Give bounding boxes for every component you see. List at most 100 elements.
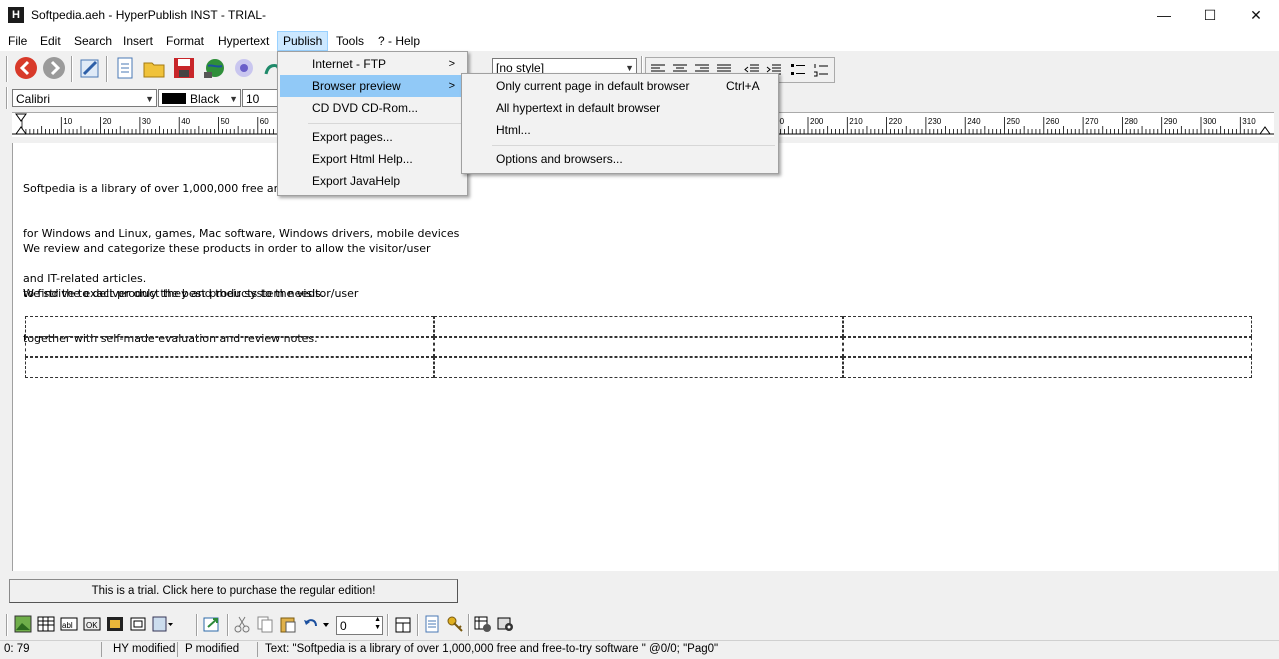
publish-globe-icon[interactable] (202, 56, 226, 80)
paste-icon[interactable] (279, 615, 297, 633)
menu-file[interactable]: File (8, 33, 27, 50)
insert-table-icon[interactable] (37, 615, 55, 633)
ruler-label: 10 (63, 117, 72, 126)
menu-publish[interactable]: Publish (277, 31, 329, 51)
table-cell[interactable] (434, 357, 843, 378)
menu-tools[interactable]: Tools (336, 33, 364, 50)
menu-format[interactable]: Format (166, 33, 204, 50)
table-cell[interactable] (843, 357, 1252, 378)
menu-insert[interactable]: Insert (123, 33, 153, 50)
menu-item-current-page[interactable]: Only current page in default browser Ctr… (464, 75, 776, 97)
table-cell[interactable] (434, 337, 843, 357)
menu-help[interactable]: ? - Help (378, 33, 420, 50)
ruler-label: 220 (889, 117, 903, 126)
p-status: P modified (185, 643, 240, 655)
chevron-down-icon: ▼ (145, 94, 154, 104)
bullet-list-icon[interactable] (790, 63, 806, 77)
app-icon[interactable]: H (8, 7, 24, 23)
bottom-toolbar: abl OK 0 ▲ ▼ (0, 611, 530, 639)
insert-object-icon[interactable] (152, 615, 174, 633)
browser-preview-submenu: Only current page in default browser Ctr… (461, 73, 779, 174)
insert-abl-icon[interactable]: abl (60, 615, 78, 633)
font-combo[interactable]: Calibri ▼ (12, 89, 157, 107)
text-line: We strive to deliver only the best produ… (23, 287, 359, 300)
ruler-label: 30 (142, 117, 151, 126)
document-table[interactable] (25, 316, 1252, 378)
table-cell[interactable] (843, 316, 1252, 337)
status-bar: 0: 79 HY modified P modified Text: "Soft… (0, 640, 1279, 659)
maximize-button[interactable]: ☐ (1187, 0, 1233, 31)
menu-item-cd-dvd[interactable]: CD DVD CD-Rom... (280, 97, 465, 119)
color-swatch (162, 93, 186, 104)
open-folder-icon[interactable] (142, 56, 166, 80)
new-page-icon[interactable] (113, 56, 137, 80)
forward-icon[interactable] (42, 56, 66, 80)
hy-status: HY modified (113, 643, 176, 655)
shortcut-label: Ctrl+A (726, 79, 760, 93)
grid-icon[interactable] (394, 616, 412, 634)
window-title: Softpedia.aeh - HyperPublish INST - TRIA… (31, 8, 266, 22)
text-line: We review and categorize these products … (23, 242, 431, 255)
go-icon[interactable] (203, 615, 221, 633)
menu-item-options-browsers[interactable]: Options and browsers... (464, 148, 776, 170)
title-bar: H Softpedia.aeh - HyperPublish INST - TR… (0, 0, 1279, 31)
insert-frame-icon[interactable] (129, 615, 147, 633)
zoom-spinner[interactable]: 0 ▲ ▼ (336, 616, 383, 635)
zoom-spinner-value: 0 (340, 619, 347, 633)
right-margin-marker-icon (1259, 126, 1271, 135)
ruler-label: 290 (1164, 117, 1178, 126)
menu-item-export-javahelp[interactable]: Export JavaHelp (280, 170, 465, 192)
spinner-arrows-icon[interactable]: ▲ ▼ (374, 616, 381, 632)
ruler-label: 310 (1242, 117, 1256, 126)
size-combo[interactable]: 10 (242, 89, 278, 107)
trial-purchase-button[interactable]: This is a trial. Click here to purchase … (9, 579, 458, 603)
numbered-list-icon[interactable] (813, 63, 829, 77)
save-icon[interactable] (172, 56, 196, 80)
cursor-position: 0: 79 (4, 643, 30, 655)
ruler-label: 60 (260, 117, 269, 126)
menu-hypertext[interactable]: Hypertext (218, 33, 269, 50)
ruler-label: 20 (103, 117, 112, 126)
minimize-button[interactable]: — (1141, 0, 1187, 31)
insert-image-icon[interactable] (14, 615, 32, 633)
color-combo-value: Black (190, 92, 220, 106)
menu-item-all-hypertext[interactable]: All hypertext in default browser (464, 97, 776, 119)
ruler-label: 250 (1007, 117, 1021, 126)
table-cell[interactable] (843, 337, 1252, 357)
cut-icon[interactable] (233, 615, 251, 633)
edit-icon[interactable] (78, 56, 102, 80)
settings-icon[interactable] (474, 615, 492, 633)
menu-item-internet-ftp[interactable]: Internet - FTP > (280, 53, 465, 75)
indent-marker-icon (15, 113, 27, 135)
ruler-label: 260 (1046, 117, 1060, 126)
menu-search[interactable]: Search (74, 33, 112, 50)
table-cell[interactable] (434, 316, 843, 337)
key-icon[interactable] (446, 615, 464, 633)
insert-ok-icon[interactable]: OK (83, 615, 101, 633)
menu-item-html[interactable]: Html... (464, 119, 776, 141)
undo-icon[interactable] (302, 615, 330, 633)
page-icon[interactable] (423, 615, 441, 633)
font-combo-value: Calibri (16, 92, 51, 106)
text-info: Text: "Softpedia is a library of over 1,… (265, 643, 719, 655)
table-cell[interactable] (25, 337, 434, 357)
submenu-arrow-icon: > (448, 80, 455, 92)
table-cell[interactable] (25, 357, 434, 378)
preview-icon[interactable] (232, 56, 256, 80)
insert-film-icon[interactable] (106, 615, 124, 633)
back-icon[interactable] (14, 56, 38, 80)
menu-item-browser-preview[interactable]: Browser preview > (280, 75, 465, 97)
tools-icon[interactable] (497, 615, 515, 633)
size-combo-value: 10 (246, 92, 260, 106)
document-editor[interactable]: Softpedia is a library of over 1,000,000… (12, 143, 1278, 571)
ruler-label: 200 (810, 117, 824, 126)
publish-menu: Internet - FTP > Browser preview > CD DV… (277, 51, 468, 196)
close-button[interactable]: ✕ (1233, 0, 1279, 31)
table-cell[interactable] (25, 316, 434, 337)
color-combo[interactable]: Black ▼ (158, 89, 241, 107)
menu-item-export-html-help[interactable]: Export Html Help... (280, 148, 465, 170)
copy-icon[interactable] (256, 615, 274, 633)
svg-text:OK: OK (86, 621, 98, 630)
menu-edit[interactable]: Edit (40, 33, 61, 50)
menu-item-export-pages[interactable]: Export pages... (280, 126, 465, 148)
